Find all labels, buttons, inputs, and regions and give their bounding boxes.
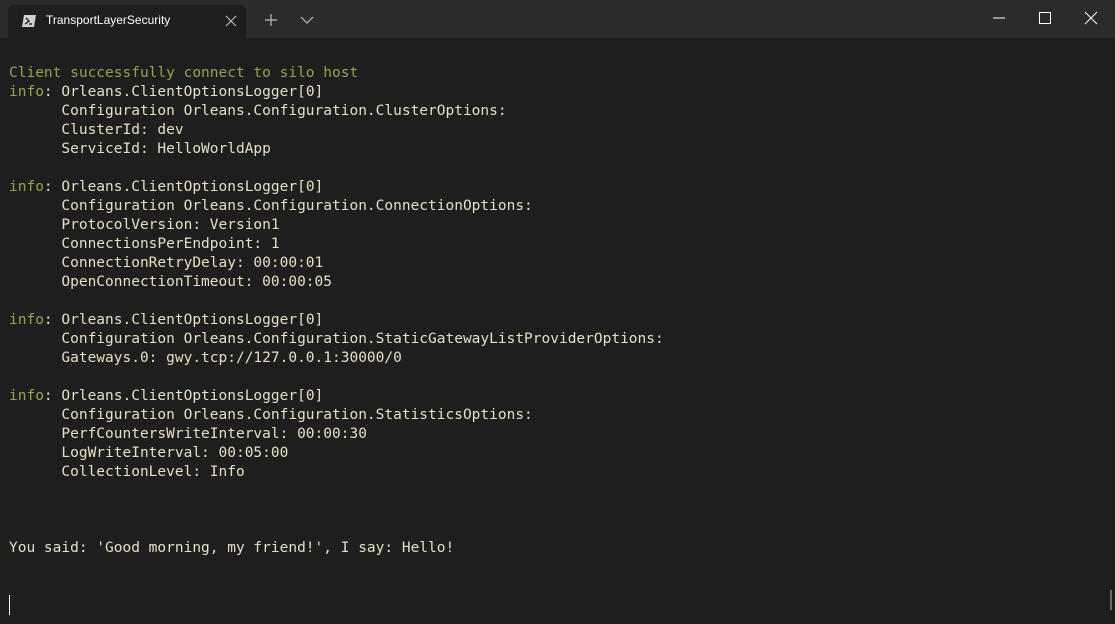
terminal-line-text: Configuration Orleans.Configuration.Clus… [9, 103, 507, 119]
powershell-icon [22, 15, 36, 27]
close-window-icon[interactable] [1082, 9, 1100, 27]
scrollbar-thumb[interactable] [1110, 590, 1112, 610]
terminal-line-text: : Orleans.ClientOptionsLogger[0] [43, 179, 324, 195]
terminal-line: OpenConnectionTimeout: 00:00:05 [9, 273, 664, 292]
terminal-line-text: : Orleans.ClientOptionsLogger[0] [43, 312, 324, 328]
terminal-line: Configuration Orleans.Configuration.Stat… [9, 330, 664, 349]
tab-title: TransportLayerSecurity [46, 13, 171, 27]
terminal-line: You said: 'Good morning, my friend!', I … [9, 539, 664, 558]
terminal-line: Client successfully connect to silo host [9, 64, 664, 83]
minimize-icon[interactable] [990, 9, 1008, 27]
terminal-line-text: Configuration Orleans.Configuration.Stat… [9, 407, 533, 423]
terminal-line-text: Configuration Orleans.Configuration.Conn… [9, 198, 533, 214]
log-level-label: info [9, 179, 44, 195]
terminal-line: CollectionLevel: Info [9, 463, 664, 482]
terminal-line-text: Configuration Orleans.Configuration.Stat… [9, 331, 664, 347]
terminal-line-text: LogWriteInterval: 00:05:00 [9, 445, 289, 461]
maximize-icon[interactable] [1036, 9, 1054, 27]
terminal-output: Client successfully connect to silo host… [9, 64, 664, 558]
plus-icon[interactable] [263, 12, 279, 28]
terminal-line-text: ServiceId: HelloWorldApp [9, 141, 271, 157]
terminal-line: info: Orleans.ClientOptionsLogger[0] [9, 178, 664, 197]
terminal-line: info: Orleans.ClientOptionsLogger[0] [9, 311, 664, 330]
title-bar[interactable]: TransportLayerSecurity [0, 0, 1115, 38]
terminal-line-text: ClusterId: dev [9, 122, 184, 138]
terminal-line: PerfCountersWriteInterval: 00:00:30 [9, 425, 664, 444]
terminal-line-text: : Orleans.ClientOptionsLogger[0] [43, 388, 324, 404]
terminal-line-text: Gateways.0: gwy.tcp://127.0.0.1:30000/0 [9, 350, 402, 366]
terminal-line-text: PerfCountersWriteInterval: 00:00:30 [9, 426, 367, 442]
terminal-line-text: ProtocolVersion: Version1 [9, 217, 280, 233]
terminal-line: ServiceId: HelloWorldApp [9, 140, 664, 159]
terminal-line: Gateways.0: gwy.tcp://127.0.0.1:30000/0 [9, 349, 664, 368]
terminal-content[interactable]: Client successfully connect to silo host… [0, 38, 1115, 624]
terminal-line-text: OpenConnectionTimeout: 00:00:05 [9, 274, 333, 290]
terminal-line: info: Orleans.ClientOptionsLogger[0] [9, 387, 664, 406]
chevron-down-icon[interactable] [299, 14, 315, 26]
close-icon[interactable] [224, 14, 238, 28]
terminal-line: Configuration Orleans.Configuration.Stat… [9, 406, 664, 425]
terminal-line-text: ConnectionsPerEndpoint: 1 [9, 236, 280, 252]
log-level-label: info [9, 312, 44, 328]
terminal-line: Configuration Orleans.Configuration.Conn… [9, 197, 664, 216]
log-level-label: info [9, 84, 44, 100]
tab-transportlayersecurity[interactable]: TransportLayerSecurity [8, 5, 246, 38]
terminal-line-text: CollectionLevel: Info [9, 464, 245, 480]
text-cursor [9, 595, 10, 615]
terminal-line-text: Client successfully connect to silo host [9, 65, 359, 81]
log-level-label: info [9, 388, 44, 404]
terminal-line-text: ConnectionRetryDelay: 00:00:01 [9, 255, 324, 271]
terminal-line: ClusterId: dev [9, 121, 664, 140]
terminal-line: Configuration Orleans.Configuration.Clus… [9, 102, 664, 121]
terminal-line: ConnectionRetryDelay: 00:00:01 [9, 254, 664, 273]
terminal-line: ConnectionsPerEndpoint: 1 [9, 235, 664, 254]
terminal-line: info: Orleans.ClientOptionsLogger[0] [9, 83, 664, 102]
terminal-window: TransportLayerSecurity Client successful… [0, 0, 1115, 624]
terminal-line: LogWriteInterval: 00:05:00 [9, 444, 664, 463]
terminal-line-text: : Orleans.ClientOptionsLogger[0] [43, 84, 324, 100]
terminal-line: ProtocolVersion: Version1 [9, 216, 664, 235]
terminal-line-text: You said: 'Good morning, my friend!', I … [9, 540, 455, 556]
